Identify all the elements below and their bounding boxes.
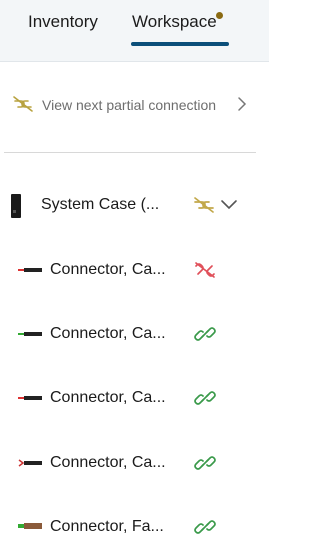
system-case-thumbnail <box>11 194 21 218</box>
tree-item-label: Connector, Fa... <box>50 518 164 535</box>
notification-dot <box>216 12 223 19</box>
view-next-partial-connection-button[interactable]: View next partial connection <box>0 88 269 122</box>
tree-item-label: Connector, Ca... <box>50 261 166 278</box>
tree-item-connector[interactable]: Connector, Ca... <box>0 252 269 288</box>
connector-thumbnail <box>18 459 42 467</box>
tab-bar: Inventory Workspace <box>0 0 269 62</box>
connector-thumbnail <box>18 396 42 400</box>
connected-link-icon[interactable] <box>193 517 217 537</box>
tree-item-connector[interactable]: Connector, Ca... <box>0 445 269 481</box>
tree-item-label: Connector, Ca... <box>50 454 166 471</box>
connected-link-icon[interactable] <box>193 388 217 408</box>
divider <box>4 152 256 153</box>
tree-item-label: Connector, Ca... <box>50 325 166 342</box>
tree-item-connector[interactable]: Connector, Ca... <box>0 316 269 352</box>
chevron-down-icon[interactable] <box>220 199 238 211</box>
connector-thumbnail <box>18 332 42 336</box>
tab-inventory[interactable]: Inventory <box>28 12 98 32</box>
tab-workspace[interactable]: Workspace <box>132 12 217 32</box>
broken-link-icon[interactable] <box>193 260 217 280</box>
connected-link-icon[interactable] <box>193 453 217 473</box>
chevron-right-icon <box>238 97 247 111</box>
partial-link-icon <box>13 96 33 112</box>
tree-item-connector[interactable]: Connector, Ca... <box>0 380 269 416</box>
tree-item-system-case[interactable]: System Case (... <box>0 187 269 223</box>
connector-thumbnail <box>18 268 42 272</box>
partial-link-icon[interactable] <box>192 195 216 215</box>
active-tab-indicator <box>131 42 229 46</box>
tree-item-label: System Case (... <box>41 196 160 213</box>
tree-item-label: Connector, Ca... <box>50 389 166 406</box>
connector-thumbnail <box>18 523 42 529</box>
connected-link-icon[interactable] <box>193 324 217 344</box>
workspace-panel: Inventory Workspace View next partial co… <box>0 0 269 555</box>
tree-item-connector[interactable]: Connector, Fa... <box>0 509 269 545</box>
partial-connection-label: View next partial connection <box>42 97 217 113</box>
